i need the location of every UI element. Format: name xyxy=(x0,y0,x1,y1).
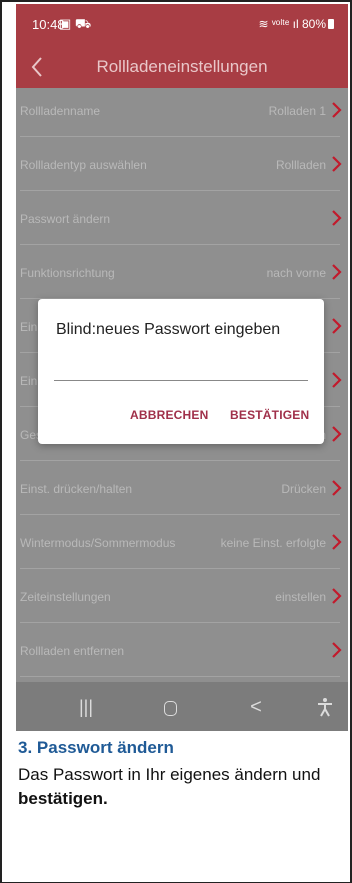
chevron-right-icon xyxy=(330,479,342,497)
page-title: Rollladeneinstellungen xyxy=(96,57,268,76)
dialog-title: Blind:neues Passwort eingeben xyxy=(56,321,281,338)
instruction-text: Das Passwort in Ihr eigenes ändern und b… xyxy=(18,763,340,811)
row-divider xyxy=(20,514,340,515)
row-divider xyxy=(20,244,340,245)
settings-row[interactable]: Rollladen entfernen xyxy=(16,628,348,677)
back-icon: < xyxy=(250,696,262,718)
system-navbar: ||| < xyxy=(16,682,348,731)
settings-row[interactable]: Zeiteinstellungen einstellen xyxy=(16,574,348,623)
settings-row[interactable]: Rollladentyp auswählen Rollladen xyxy=(16,142,348,191)
settings-row-value: Drücken xyxy=(281,482,326,496)
back-button[interactable] xyxy=(30,52,60,82)
chevron-right-icon xyxy=(330,317,342,335)
settings-row-label: Einst. drücken/halten xyxy=(20,482,133,496)
chevron-right-icon xyxy=(330,641,342,659)
settings-row-value: Rollladen xyxy=(275,158,326,172)
settings-row-label: Ein xyxy=(20,374,38,388)
chevron-right-icon xyxy=(330,425,342,443)
recent-apps-button[interactable]: ||| xyxy=(71,694,101,720)
settings-row[interactable]: Rollladenname Rolladen 1 xyxy=(16,88,348,137)
app-header: Rollladeneinstellungen xyxy=(16,46,348,88)
chevron-right-icon xyxy=(330,533,342,551)
settings-row-label: Rollladen entfernen xyxy=(20,644,125,658)
chevron-left-icon xyxy=(31,57,42,77)
settings-row-label: Wintermodus/Sommermodus xyxy=(20,536,176,550)
row-divider xyxy=(20,136,340,137)
settings-row[interactable]: Passwort ändern xyxy=(16,196,348,245)
row-divider xyxy=(20,622,340,623)
settings-row-value: nach vorne xyxy=(266,266,326,280)
home-icon xyxy=(163,700,177,716)
settings-row-label: Passwort ändern xyxy=(20,212,111,226)
cancel-button[interactable]: ABBRECHEN xyxy=(130,408,208,422)
signal-battery-text: ≋ ᵛᵒˡᵗᵉ ıl 80% xyxy=(258,17,326,31)
row-divider xyxy=(20,676,340,677)
settings-row-label: Rollladenname xyxy=(20,104,101,118)
row-divider xyxy=(20,460,340,461)
chevron-right-icon xyxy=(330,587,342,605)
chevron-right-icon xyxy=(330,209,342,227)
system-back-button[interactable]: < xyxy=(241,694,271,720)
settings-row-label: Rollladentyp auswählen xyxy=(20,158,147,172)
accessibility-button[interactable] xyxy=(310,694,340,720)
notification-icons: ▣ ⛟ xyxy=(59,16,92,31)
home-button[interactable] xyxy=(155,694,185,720)
row-divider xyxy=(20,568,340,569)
instruction-text-bold: bestätigen. xyxy=(18,789,108,808)
chevron-right-icon xyxy=(330,101,342,119)
system-status-icons: ≋ ᵛᵒˡᵗᵉ ıl 80% xyxy=(259,17,334,31)
status-bar: 10:48 ▣ ⛟ ≋ ᵛᵒˡᵗᵉ ıl 80% xyxy=(16,4,348,46)
confirm-button[interactable]: BESTÄTIGEN xyxy=(230,408,309,422)
row-divider xyxy=(20,190,340,191)
settings-row[interactable]: Wintermodus/Sommermodus keine Einst. erfo… xyxy=(16,520,348,569)
settings-row-value: keine Einst. erfolgte xyxy=(220,536,326,550)
settings-row-label: Funktionsrichtung xyxy=(20,266,115,280)
settings-row[interactable]: Funktionsrichtung nach vorne xyxy=(16,250,348,299)
instruction-heading: 3. Passwort ändern xyxy=(18,738,174,757)
instruction-text-part: Das Passwort in Ihr eigenes ändern und xyxy=(18,765,321,784)
settings-row-label: Zeiteinstellungen xyxy=(20,590,111,604)
recent-apps-icon: ||| xyxy=(78,697,94,717)
settings-row-value: einstellen xyxy=(275,590,326,604)
phone-screen: 10:48 ▣ ⛟ ≋ ᵛᵒˡᵗᵉ ıl 80% Rollladeneinste… xyxy=(16,4,348,731)
accessibility-icon xyxy=(318,698,332,717)
settings-row-value: Rolladen 1 xyxy=(268,104,326,118)
battery-icon xyxy=(328,19,334,29)
password-input[interactable] xyxy=(54,365,308,381)
password-dialog: Blind:neues Passwort eingeben ABBRECHEN … xyxy=(38,299,324,444)
settings-row[interactable]: Einst. drücken/halten Drücken xyxy=(16,466,348,515)
chevron-right-icon xyxy=(330,263,342,281)
chevron-right-icon xyxy=(330,155,342,173)
chevron-right-icon xyxy=(330,371,342,389)
settings-row-label: Ein xyxy=(20,320,38,334)
